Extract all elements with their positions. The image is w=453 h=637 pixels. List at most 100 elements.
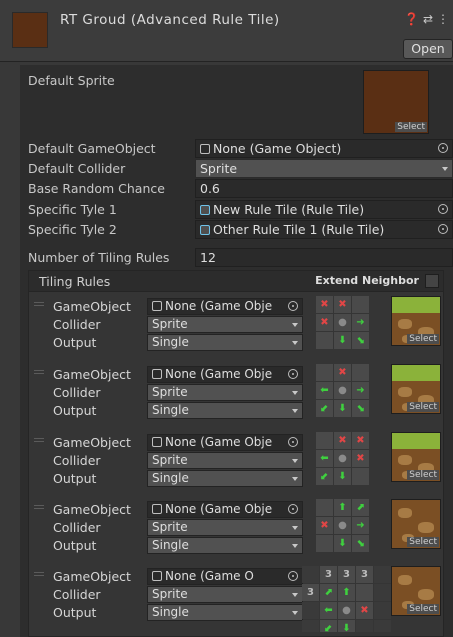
object-picker-icon[interactable] (438, 204, 448, 214)
extend-neighbor-checkbox[interactable] (425, 274, 439, 288)
neighbor-cell[interactable]: ✖ (334, 296, 351, 313)
neighbor-cell[interactable]: ⬇ (334, 468, 351, 485)
sprite-select-button[interactable]: Select (395, 122, 427, 132)
neighbor-cell[interactable]: ⬇ (338, 620, 355, 634)
neighbor-cell[interactable] (374, 602, 391, 619)
neighbor-cell[interactable]: ✖ (334, 432, 351, 449)
object-picker-icon[interactable] (288, 437, 298, 447)
neighbor-cell[interactable] (316, 332, 333, 349)
neighbor-cell[interactable] (356, 620, 373, 632)
drag-handle-icon[interactable] (34, 302, 44, 308)
neighbor-cell[interactable] (374, 566, 391, 583)
neighbor-cell[interactable]: ✖ (352, 450, 369, 467)
output-dropdown[interactable]: Single (147, 470, 303, 487)
neighbor-cell[interactable]: ● (334, 450, 351, 467)
help-icon[interactable]: ❓ (404, 12, 423, 26)
neighbor-cell[interactable]: 3 (356, 566, 373, 583)
collider-dropdown[interactable]: Sprite (147, 384, 303, 401)
neighbor-cell[interactable]: ⬋ (316, 468, 333, 485)
output-dropdown[interactable]: Single (147, 402, 303, 419)
object-picker-icon[interactable] (288, 301, 298, 311)
object-picker-icon[interactable] (438, 224, 448, 234)
neighbor-cell[interactable]: 3 (320, 566, 337, 583)
drag-handle-icon[interactable] (34, 572, 44, 578)
tile-select-button[interactable]: Select (407, 402, 439, 412)
neighbor-cell[interactable] (316, 364, 333, 381)
object-picker-icon[interactable] (288, 571, 298, 581)
drag-handle-icon[interactable] (34, 370, 44, 376)
gameobject-field[interactable]: None (Game Obje (147, 434, 303, 451)
object-picker-icon[interactable] (288, 369, 298, 379)
neighbor-cell[interactable]: ✖ (334, 364, 351, 381)
neighbor-cell[interactable]: ● (338, 602, 355, 619)
tile-select-button[interactable]: Select (407, 604, 439, 614)
tile-sprite-thumbnail[interactable]: Select (391, 296, 441, 346)
neighbor-cell[interactable]: ⬊ (352, 332, 369, 349)
default-sprite-field[interactable]: Select (363, 70, 429, 134)
neighbor-cell[interactable]: ⬆ (338, 584, 355, 601)
collider-dropdown[interactable]: Sprite (147, 519, 303, 536)
neighbor-cell[interactable]: ➜ (352, 382, 369, 399)
neighbor-cell[interactable] (374, 584, 391, 601)
collider-dropdown[interactable]: Sprite (147, 316, 303, 333)
neighbor-cell[interactable]: ⬇ (334, 400, 351, 417)
tile-sprite-thumbnail[interactable]: Select (391, 432, 441, 482)
neighbor-cell[interactable]: ⬇ (334, 332, 351, 349)
num-rules-input[interactable]: 12 (195, 248, 453, 267)
tile-sprite-thumbnail[interactable]: Select (391, 499, 441, 549)
neighbor-cell[interactable]: ⬆ (334, 499, 351, 516)
open-button[interactable]: Open (403, 39, 453, 59)
neighbor-cell[interactable]: ⬈ (320, 584, 337, 601)
neighbor-cell[interactable]: ⬅ (316, 450, 333, 467)
more-icon[interactable]: ⋮ (437, 12, 453, 26)
neighbor-cell[interactable]: 3 (338, 566, 355, 583)
output-dropdown[interactable]: Single (147, 537, 303, 554)
tile-select-button[interactable]: Select (407, 334, 439, 344)
output-dropdown[interactable]: Single (147, 604, 303, 621)
neighbor-cell[interactable]: ✖ (316, 314, 333, 331)
specific-tyle-2-field[interactable]: Other Rule Tile 1 (Rule Tile) (195, 220, 453, 239)
object-picker-icon[interactable] (438, 143, 448, 153)
neighbor-cell[interactable] (316, 499, 333, 516)
specific-tyle-1-field[interactable]: New Rule Tile (Rule Tile) (195, 200, 453, 219)
drag-handle-icon[interactable] (34, 505, 44, 511)
neighbor-cell[interactable] (374, 620, 391, 632)
tile-select-button[interactable]: Select (407, 537, 439, 547)
neighbor-cell[interactable] (352, 468, 369, 485)
neighbor-cell[interactable]: ⬅ (320, 602, 337, 619)
base-random-input[interactable]: 0.6 (195, 179, 453, 198)
tile-select-button[interactable]: Select (407, 470, 439, 480)
neighbor-cell[interactable] (316, 432, 333, 449)
neighbor-cell[interactable]: ⬈ (352, 499, 369, 516)
neighbor-cell[interactable]: 3 (302, 584, 319, 601)
neighbor-cell[interactable] (352, 296, 369, 313)
default-gameobject-field[interactable]: None (Game Object) (195, 139, 453, 158)
neighbor-cell[interactable]: ✖ (352, 432, 369, 449)
collider-dropdown[interactable]: Sprite (147, 586, 303, 603)
neighbor-cell[interactable]: ⬋ (316, 400, 333, 417)
neighbor-cell[interactable]: ● (334, 314, 351, 331)
neighbor-cell[interactable]: ✖ (316, 517, 333, 534)
neighbor-cell[interactable]: ⬋ (320, 620, 337, 634)
output-dropdown[interactable]: Single (147, 334, 303, 351)
object-picker-icon[interactable] (288, 504, 298, 514)
neighbor-cell[interactable] (302, 566, 319, 583)
presets-icon[interactable]: ⇄ (423, 12, 437, 26)
neighbor-cell[interactable]: ● (334, 382, 351, 399)
gameobject-field[interactable]: None (Game O (147, 568, 303, 585)
neighbor-cell[interactable] (352, 364, 369, 381)
default-collider-dropdown[interactable]: Sprite (195, 159, 453, 178)
collider-dropdown[interactable]: Sprite (147, 452, 303, 469)
neighbor-cell[interactable]: ✖ (316, 296, 333, 313)
drag-handle-icon[interactable] (34, 438, 44, 444)
gameobject-field[interactable]: None (Game Obje (147, 298, 303, 315)
neighbor-cell[interactable] (302, 602, 319, 619)
gameobject-field[interactable]: None (Game Obje (147, 501, 303, 518)
neighbor-cell[interactable]: ➜ (352, 314, 369, 331)
neighbor-cell[interactable] (356, 584, 373, 601)
tile-sprite-thumbnail[interactable]: Select (391, 566, 441, 616)
neighbor-cell[interactable]: ⬇ (334, 535, 351, 552)
neighbor-cell[interactable]: ➜ (352, 517, 369, 534)
neighbor-cell[interactable]: ● (334, 517, 351, 534)
neighbor-cell[interactable]: ⬅ (316, 382, 333, 399)
